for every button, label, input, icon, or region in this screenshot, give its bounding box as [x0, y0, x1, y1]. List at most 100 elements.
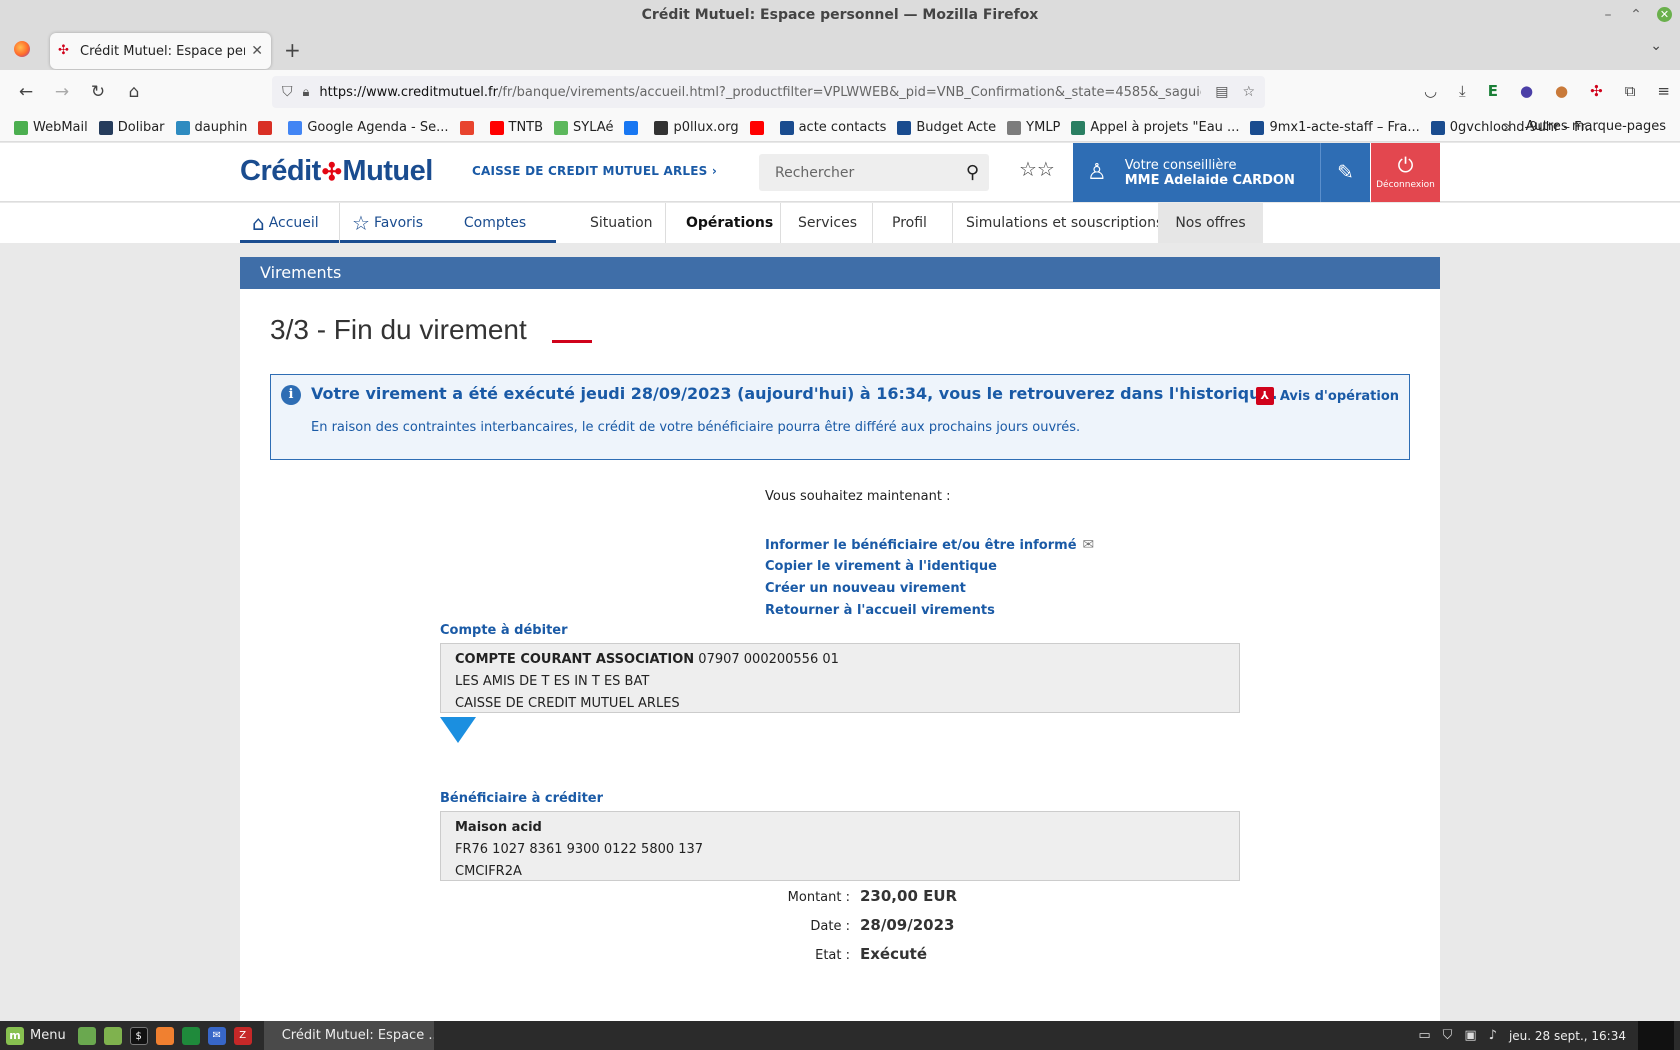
maximize-icon[interactable]: ⌃ [1629, 0, 1643, 30]
nav-comptes[interactable]: Comptes [434, 203, 556, 243]
bookmark-item[interactable]: 9mx1-acte-staff – Fra... [1250, 120, 1420, 135]
back-icon[interactable]: ← [16, 82, 36, 102]
folder-icon[interactable] [103, 1026, 122, 1045]
spreadsheet-icon[interactable] [181, 1026, 200, 1045]
bookmark-item[interactable]: WebMail [14, 120, 88, 135]
new-transfer-link[interactable]: Créer un nouveau virement [765, 578, 1094, 600]
bookmark-item[interactable]: Budget Acte [897, 120, 996, 135]
bookmark-item[interactable]: SYLAé [554, 120, 613, 135]
status-label: Etat : [815, 948, 850, 963]
bookmark-favicon-icon [489, 120, 504, 135]
copy-transfer-link[interactable]: Copier le virement à l'identique [765, 556, 1094, 578]
filezilla-icon[interactable]: Z [233, 1026, 252, 1045]
window-controls: – ⌃ ✕ [1601, 0, 1672, 30]
app-menu-icon[interactable]: ≡ [1657, 82, 1670, 100]
bookmark-star-icon[interactable]: ☆ [1242, 84, 1255, 100]
files-icon[interactable] [77, 1026, 96, 1045]
shield-tray-icon[interactable]: ⛉ [1443, 1028, 1453, 1043]
bookmark-item[interactable] [624, 120, 643, 135]
nav-simulations[interactable]: Simulations et souscriptions [954, 203, 1175, 243]
network-icon[interactable]: ▣ [1464, 1028, 1476, 1043]
pocket-icon[interactable]: ◡ [1424, 82, 1437, 100]
nav-profil[interactable]: Profil [880, 203, 939, 243]
bookmark-item[interactable]: YMLP [1007, 120, 1060, 135]
bookmark-favicon-icon [1007, 120, 1022, 135]
bookmark-item[interactable]: Google Agenda - Se... [288, 120, 449, 135]
taskbar-window-firefox[interactable]: Crédit Mutuel: Espace ... [263, 1021, 434, 1050]
lock-icon[interactable]: 🔒︎ [303, 85, 310, 100]
search-box[interactable]: Rechercher ⚲ [759, 154, 989, 191]
extension-proton-icon[interactable]: ● [1520, 82, 1533, 100]
window-titlebar: Crédit Mutuel: Espace personnel — Mozill… [0, 0, 1680, 30]
bookmark-item[interactable]: Appel à projets "Eau ... [1071, 120, 1239, 135]
bookmark-item[interactable]: dauphin [175, 120, 247, 135]
minimize-icon[interactable]: – [1601, 0, 1615, 30]
bookmark-label: Appel à projets "Eau ... [1090, 120, 1240, 135]
volume-icon[interactable]: ♪ [1489, 1028, 1497, 1043]
bookmark-item[interactable]: acte contacts [779, 120, 887, 135]
advisor-label: Votre conseillière [1124, 157, 1237, 173]
back-to-transfers-link[interactable]: Retourner à l'accueil virements [765, 600, 1094, 622]
bookmark-favicon-icon [288, 120, 303, 135]
credit-mutuel-logo[interactable]: Crédit✣Mutuel [240, 155, 433, 188]
bookmark-label: acte contacts [798, 120, 887, 135]
terminal-icon[interactable]: $ [129, 1026, 148, 1045]
bookmark-item[interactable] [258, 120, 277, 135]
show-desktop-button[interactable] [1638, 1021, 1674, 1050]
firefox-launcher-icon[interactable] [155, 1026, 174, 1045]
nav-offres[interactable]: Nos offres [1158, 203, 1263, 243]
avis-operation-link[interactable]: ⅄ Avis d'opération [1255, 387, 1399, 405]
new-tab-icon[interactable]: + [284, 38, 301, 62]
download-icon[interactable]: ⤓ [1459, 82, 1466, 100]
bookmark-favicon-icon [14, 120, 28, 135]
firefox-icon[interactable] [14, 41, 30, 57]
nav-situation[interactable]: Situation [578, 203, 665, 243]
debit-account-box: COMPTE COURANT ASSOCIATION 07907 0002005… [440, 643, 1240, 713]
favorites-hand-icon[interactable]: ☆☆ [1019, 157, 1055, 181]
bookmark-item[interactable] [459, 120, 479, 135]
bookmark-favicon-icon [1071, 120, 1086, 135]
logout-button[interactable]: ⏻ Déconnexion [1371, 143, 1440, 202]
more-bookmarks-chevron-icon[interactable]: » [1503, 118, 1512, 136]
nav-operations[interactable]: Opérations [674, 203, 785, 243]
bookmark-label: WebMail [33, 120, 88, 135]
bookmarks-bar: WebMail Dolibar dauphin Google Agenda - Se.… [0, 114, 1680, 142]
extension-avatar-icon[interactable]: ● [1555, 82, 1568, 100]
search-input[interactable]: Rechercher [775, 165, 966, 181]
close-window-icon[interactable]: ✕ [1657, 7, 1672, 22]
caisse-link[interactable]: CAISSE DE CREDIT MUTUEL ARLES › [472, 164, 717, 178]
display-icon[interactable]: ▭ [1418, 1028, 1430, 1043]
nav-accueil[interactable]: ⌂ Accueil [240, 203, 339, 243]
extension-e-icon[interactable]: E [1488, 82, 1498, 100]
home-icon[interactable]: ⌂ [124, 82, 144, 102]
url-text[interactable]: https://www.creditmutuel.fr/fr/banque/vi… [319, 85, 1201, 100]
forward-icon[interactable]: → [52, 82, 72, 102]
bookmark-favicon-icon [779, 120, 794, 135]
list-tabs-icon[interactable]: ⌄ [1650, 38, 1662, 54]
edit-icon[interactable]: ✎ [1320, 143, 1370, 202]
url-bar[interactable]: ⛉ 🔒︎ https://www.creditmutuel.fr/fr/banq… [272, 76, 1265, 108]
extensions-icon[interactable]: ⧉ [1625, 82, 1636, 100]
tracking-shield-icon[interactable]: ⛉ [282, 84, 293, 100]
site-header: Crédit✣Mutuel CAISSE DE CREDIT MUTUEL AR… [0, 143, 1680, 202]
beneficiary-name: Maison acid [455, 820, 542, 835]
extension-cm-icon[interactable]: ✣ [1590, 82, 1603, 100]
clock[interactable]: jeu. 28 sept., 16:34 [1509, 1029, 1626, 1043]
reload-icon[interactable]: ↻ [88, 82, 108, 102]
bookmark-item[interactable] [749, 120, 769, 135]
nav-favoris[interactable]: ☆ Favoris [340, 203, 434, 243]
other-bookmarks-folder[interactable]: Autres marque-pages [1526, 119, 1666, 134]
bookmark-item[interactable]: TNTB [489, 120, 543, 135]
pdf-icon: ⅄ [1255, 387, 1274, 405]
tab-credit-mutuel[interactable]: ✣ Crédit Mutuel: Espace personnel ✕ [50, 33, 271, 69]
bookmark-item[interactable]: p0llux.org [654, 120, 739, 135]
bookmark-item[interactable]: Dolibar [98, 120, 165, 135]
start-menu-button[interactable]: m Menu [0, 1026, 66, 1045]
inform-beneficiary-link[interactable]: Informer le bénéficiaire et/ou être info… [765, 534, 1094, 556]
reader-view-icon[interactable]: ▤ [1215, 84, 1228, 100]
bookmark-label: YMLP [1026, 120, 1061, 135]
nav-services[interactable]: Services [786, 203, 869, 243]
tab-close-icon[interactable]: ✕ [251, 43, 263, 59]
search-icon[interactable]: ⚲ [966, 162, 979, 183]
mail-client-icon[interactable]: ✉ [207, 1026, 226, 1045]
